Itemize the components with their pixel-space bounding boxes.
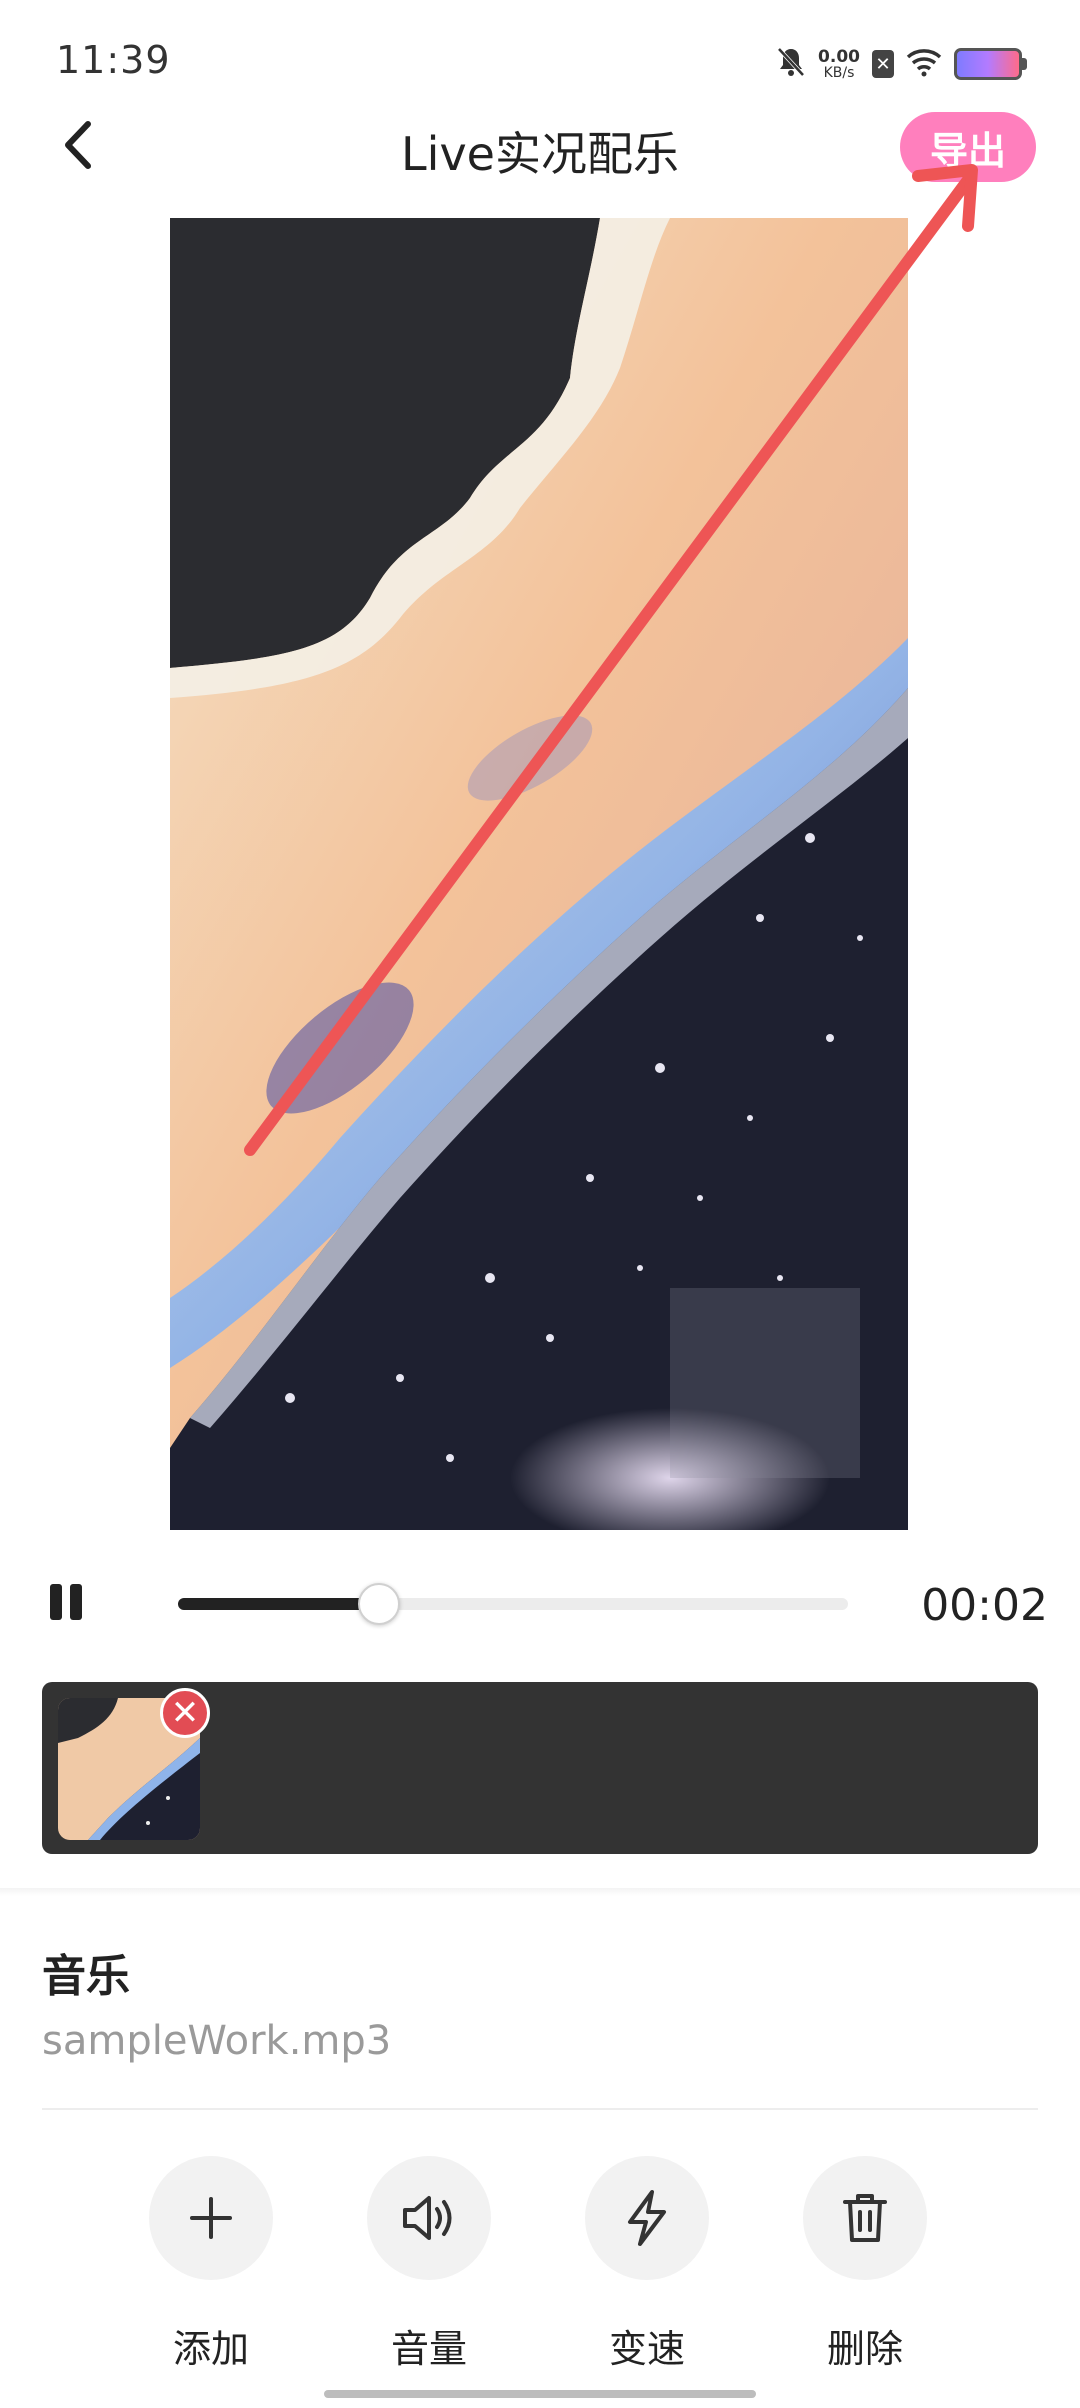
annotation-arrow (244, 164, 978, 1156)
